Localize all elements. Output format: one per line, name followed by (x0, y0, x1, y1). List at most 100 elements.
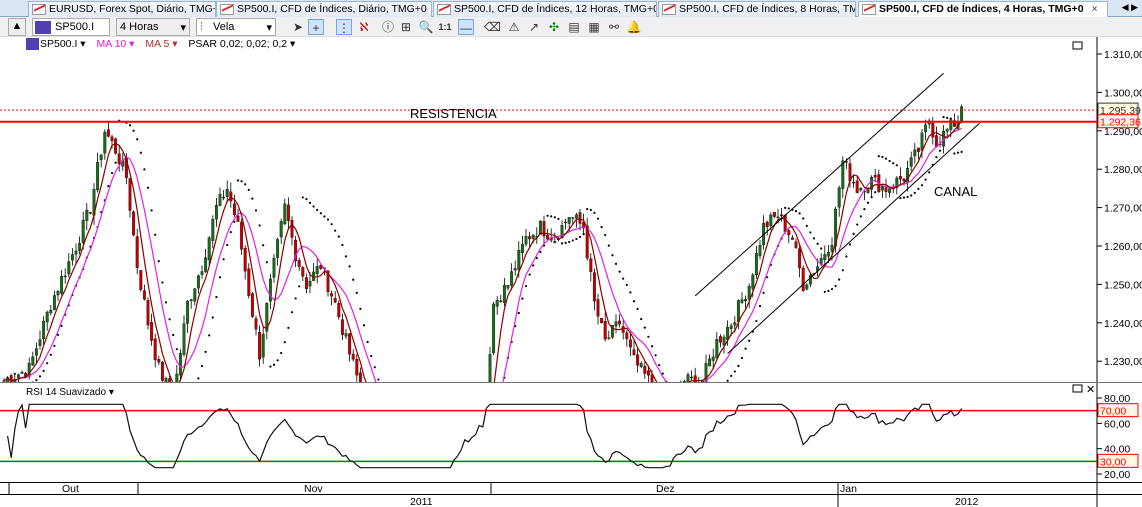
candle-body (153, 338, 157, 361)
candle-body (175, 373, 179, 382)
candle-body (902, 178, 906, 182)
psar-dot (694, 403, 696, 405)
crosshair-icon[interactable]: + (308, 19, 324, 35)
candle-body (435, 490, 438, 492)
candle-body (132, 211, 136, 236)
psar-dot (107, 185, 110, 188)
psar-dot (290, 311, 294, 314)
tab-sp500-daily[interactable]: SP500.I, CFD de Índices, Diário, TMG+0 (216, 1, 432, 17)
link-icon[interactable]: ⚯ (606, 19, 622, 35)
grid-icon[interactable]: ⋮ (336, 19, 352, 35)
candle-body (236, 215, 240, 222)
candle-body (823, 254, 827, 261)
psar-dot (802, 217, 805, 220)
psar-dot (187, 401, 189, 403)
price-chart[interactable]: 1.310,001.300,001.290,001.280,001.270,00… (0, 37, 1142, 507)
candle-body (650, 374, 654, 382)
psar-dot (258, 224, 261, 227)
psar-dot (200, 364, 204, 368)
candle-body (128, 178, 132, 211)
psar-dot (928, 171, 931, 174)
alert-icon[interactable]: ⚠ (506, 19, 522, 35)
candle-body (718, 336, 722, 343)
psar-dot (294, 297, 297, 300)
candle-body (204, 257, 208, 272)
psar-dot (888, 159, 891, 163)
candle-body (330, 293, 334, 297)
psar-dot (640, 317, 643, 321)
psar-dot (276, 359, 279, 362)
info-icon[interactable]: ⓘ (380, 19, 396, 35)
zoom-box-icon[interactable]: ⊞ (398, 19, 414, 35)
chart-type-select[interactable]: ⫶ Vela ▾ (196, 18, 276, 36)
candle-body (643, 365, 647, 374)
candle-body (229, 191, 233, 202)
zoom-icon[interactable]: 🔍 (418, 19, 434, 35)
candle-body (52, 295, 56, 310)
psar-dot (330, 223, 333, 226)
tab-scroll-arrows[interactable]: ◀ ▶ (1122, 2, 1138, 13)
psar-dot (457, 480, 459, 482)
rsi-title[interactable]: RSI 14 Suavizado ▾ (26, 387, 114, 398)
candle-body (74, 250, 78, 255)
price-tick-label: 1.310,00 (1104, 49, 1142, 61)
psar-dot (381, 391, 383, 393)
candle-body (250, 293, 254, 317)
psar-dot (341, 243, 344, 247)
candle-body (758, 245, 762, 257)
candle-body (625, 332, 629, 340)
maximize-rsi-icon[interactable] (1072, 384, 1083, 393)
candle-body (460, 480, 463, 487)
close-rsi-icon[interactable]: ✕ (1086, 384, 1095, 396)
candle-body (106, 129, 110, 137)
eraser-icon[interactable]: ⌫ (484, 19, 501, 35)
candle-body (801, 267, 805, 291)
bell-icon[interactable]: 🔔 (626, 19, 642, 35)
candle-body (492, 303, 496, 354)
candle-body (614, 321, 618, 327)
timeframe-select[interactable]: 4 Horas ▾ (116, 18, 190, 36)
symbol-input[interactable]: SP500.I (32, 18, 110, 36)
tab-sp500-8h[interactable]: SP500.I, CFD de Índices, 8 Horas, TMG+0 (658, 1, 856, 17)
price-tick-label: 1.270,00 (1104, 203, 1142, 215)
psar-dot (21, 384, 23, 386)
symbol-icon (35, 21, 51, 34)
candle-body (214, 205, 218, 220)
fibonacci-icon[interactable]: ℵ (356, 19, 372, 35)
candle-body (232, 203, 236, 216)
candle-body (388, 443, 391, 450)
candle-body (924, 124, 928, 132)
maximize-panel-icon[interactable] (1072, 41, 1083, 50)
psar-dot (352, 278, 355, 281)
indicator-icon[interactable]: ✣ (546, 19, 562, 35)
psar-dot (399, 437, 401, 439)
close-tab-icon[interactable]: × (1092, 3, 1098, 15)
tab-sp500-12h[interactable]: SP500.I, CFD de Índices, 12 Horas, TMG+0 (433, 1, 657, 17)
psar-dot (650, 345, 654, 348)
arrow-icon[interactable]: ↗ (526, 19, 542, 35)
collapse-button[interactable]: ▲ (8, 18, 26, 36)
psar-dot (723, 383, 725, 385)
psar-dot (816, 242, 819, 245)
psar-dot (874, 191, 877, 194)
candle-body (913, 149, 917, 157)
psar-dot (938, 149, 942, 152)
line-tool-icon[interactable]: — (458, 19, 474, 35)
candle-body (672, 390, 675, 399)
price-tick-label: 1.250,00 (1104, 279, 1142, 291)
psar-dot (226, 243, 229, 247)
candle-body (340, 319, 344, 336)
psar-dot (596, 217, 600, 220)
psar-dot (762, 291, 765, 294)
tab-sp500-4h[interactable]: SP500.I, CFD de Índices, 4 Horas, TMG+0 × (858, 1, 1108, 18)
psar-dot (748, 339, 751, 342)
psar-dot (528, 273, 531, 276)
cursor-icon[interactable]: ➤ (290, 19, 306, 35)
psar-dot (866, 201, 870, 204)
template-icon[interactable]: ▤ (566, 19, 582, 35)
screenshot-icon[interactable]: ▦ (586, 19, 602, 35)
psar-dot (337, 235, 340, 238)
tab-eurusd-daily[interactable]: EURUSD, Forex Spot, Diário, TMG+0 (28, 1, 216, 17)
psar-dot (614, 262, 618, 265)
one-to-one-button[interactable]: 1:1 (437, 19, 453, 35)
